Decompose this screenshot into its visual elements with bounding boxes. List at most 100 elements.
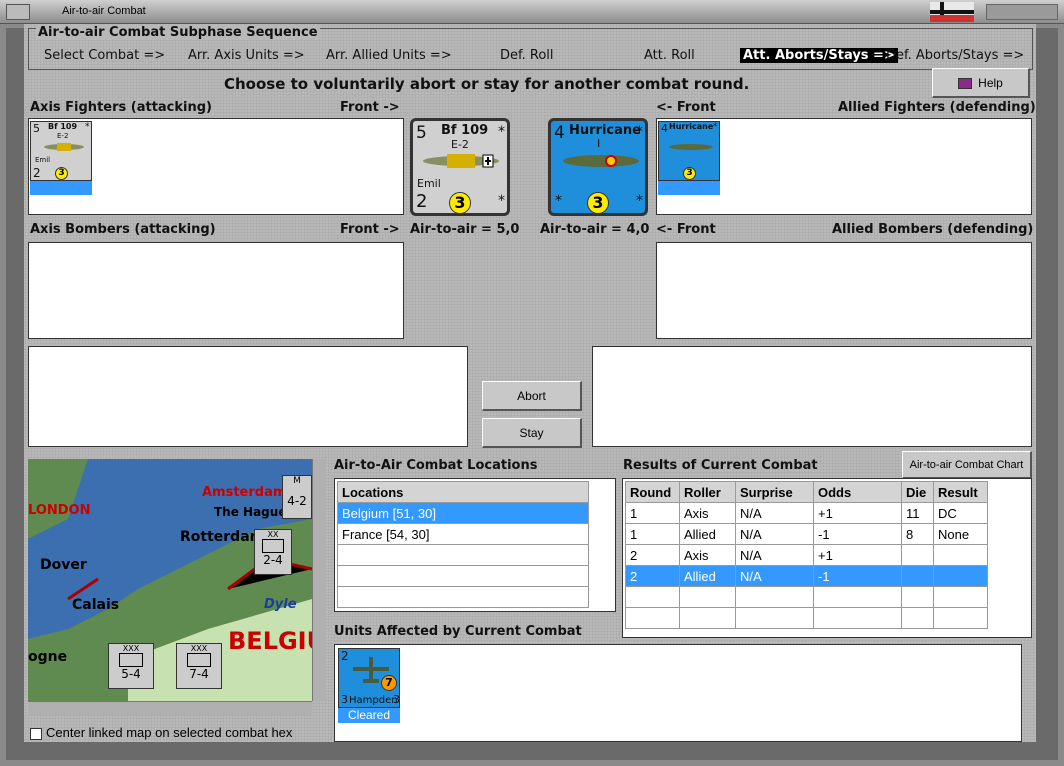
map-horizontal-scrollbar[interactable] xyxy=(28,701,312,715)
results-cell: Allied xyxy=(679,565,736,587)
map-unit-mech[interactable]: M 4-2 xyxy=(282,475,312,519)
center-map-checkbox-label: Center linked map on selected combat hex xyxy=(46,725,293,740)
results-cell: N/A xyxy=(735,523,814,545)
results-header: Round xyxy=(625,481,680,503)
results-cell: 2 xyxy=(625,565,680,587)
hampden-bottom-right: 3 xyxy=(393,693,400,706)
air-to-air-combat-chart-button[interactable]: Air-to-air Combat Chart xyxy=(902,451,1032,479)
large-counter-corner: * xyxy=(498,124,505,140)
hampden-name: Hampden xyxy=(349,695,398,706)
axis-bombers-label: Axis Bombers (attacking) xyxy=(30,222,216,237)
allied-fighters-front-label: <- Front xyxy=(656,100,716,115)
map-unit-army-1[interactable]: XXX 5-4 xyxy=(108,643,154,689)
results-cell: Axis xyxy=(679,502,736,524)
hampden-counter[interactable]: 2 3 Hampden 3 7 xyxy=(338,648,400,708)
seq-select-combat: Select Combat => xyxy=(44,48,166,63)
map-unit-army-2[interactable]: XXX 7-4 xyxy=(176,643,222,689)
locations-list[interactable]: Locations Belgium [51, 30] France [54, 3… xyxy=(334,478,616,612)
map-unit-corps[interactable]: XX 2-4 xyxy=(254,529,292,575)
map-unit-army-1-value: 5-4 xyxy=(121,667,141,681)
results-cell: -1 xyxy=(813,523,902,545)
large-allied-attack: 4 xyxy=(554,123,565,143)
location-row[interactable]: France [54, 30] xyxy=(337,523,589,545)
window-controls[interactable] xyxy=(986,4,1058,20)
large-counter-range: 2 xyxy=(416,191,428,212)
map-label-calais: Calais xyxy=(72,597,120,613)
results-row[interactable]: 1 Axis N/A +1 11 DC xyxy=(625,502,988,524)
center-map-checkbox[interactable] xyxy=(30,728,42,740)
results-cell xyxy=(933,544,988,566)
results-row[interactable] xyxy=(625,607,988,629)
map-label-amsterdam: Amsterdam xyxy=(202,485,287,500)
system-menu-button[interactable] xyxy=(6,4,30,20)
map-label-dover: Dover xyxy=(40,557,87,573)
help-book-icon xyxy=(958,78,973,90)
counter-nickname: Emil xyxy=(35,156,51,164)
hampden-status: Cleared xyxy=(338,708,400,723)
results-row[interactable]: 1 Allied N/A -1 8 None xyxy=(625,523,988,545)
results-cell: N/A xyxy=(735,544,814,566)
map-unit-army-2-value: 7-4 xyxy=(189,667,209,681)
results-row[interactable]: 2 Allied N/A -1 xyxy=(625,565,988,587)
results-cell xyxy=(813,607,902,629)
mini-map[interactable]: Amsterdam The Hague Rotterdam LONDON Dov… xyxy=(28,459,312,701)
results-list[interactable]: Round Roller Surprise Odds Die Result 1A… xyxy=(622,478,1032,638)
map-unit-mech-size: M xyxy=(293,476,301,486)
locations-header: Locations xyxy=(337,481,589,503)
hampden-strength: 7 xyxy=(381,675,397,691)
results-cell xyxy=(625,586,680,608)
location-row[interactable] xyxy=(337,586,589,608)
locations-title: Air-to-Air Combat Locations xyxy=(334,458,538,473)
results-cell: +1 xyxy=(813,502,902,524)
small-allied-attack: 4 xyxy=(661,122,668,135)
results-title: Results of Current Combat xyxy=(623,458,818,473)
allied-air-to-air-value: Air-to-air = 4,0 xyxy=(540,222,650,237)
results-cell: Axis xyxy=(679,544,736,566)
results-row[interactable] xyxy=(625,586,988,608)
map-label-belgium: BELGIUM xyxy=(228,627,312,655)
location-row[interactable] xyxy=(337,544,589,566)
results-row[interactable]: 2 Axis N/A +1 xyxy=(625,544,988,566)
counter-range: 2 xyxy=(33,166,41,180)
abort-button[interactable]: Abort xyxy=(482,381,582,411)
results-cell xyxy=(625,607,680,629)
results-header: Roller xyxy=(679,481,736,503)
large-allied-corner: * xyxy=(636,124,643,140)
allied-fighter-selection-bar xyxy=(658,181,720,195)
large-allied-corner-right: * xyxy=(636,193,643,209)
small-allied-name: Hurricane xyxy=(669,122,714,131)
seq-arr-axis-units: Arr. Axis Units => xyxy=(188,48,305,63)
results-cell xyxy=(679,607,736,629)
help-button[interactable]: Help xyxy=(932,68,1030,98)
map-vertical-scrollbar[interactable] xyxy=(312,459,326,701)
stay-button[interactable]: Stay xyxy=(482,418,582,448)
allied-bombers-box[interactable] xyxy=(656,242,1032,339)
location-row[interactable]: Belgium [51, 30] xyxy=(337,502,589,524)
help-label: Help xyxy=(978,76,1003,90)
allied-fighters-label: Allied Fighters (defending) xyxy=(838,100,1036,115)
axis-bombers-box[interactable] xyxy=(28,242,404,339)
locations-table: Locations Belgium [51, 30] France [54, 3… xyxy=(337,481,589,608)
results-cell xyxy=(735,607,814,629)
instruction-text: Choose to voluntarily abort or stay for … xyxy=(224,75,750,93)
results-cell xyxy=(813,586,902,608)
allied-info-box xyxy=(592,346,1032,447)
counter-model: E-2 xyxy=(57,132,69,140)
title-bar: Air-to-air Combat xyxy=(0,0,1064,24)
large-allied-name: Hurricane xyxy=(569,123,641,138)
map-label-rotterdam: Rotterdam xyxy=(180,529,265,545)
allied-fighter-counter-small[interactable]: 4 Hurricane * 3 xyxy=(658,121,720,181)
location-cell xyxy=(337,544,589,566)
sequence-header: Air-to-air Combat Subphase Sequence xyxy=(36,25,320,40)
axis-info-box xyxy=(28,346,468,447)
axis-fighter-counter-small[interactable]: 5 Bf 109 E-2 * Emil 2 3 xyxy=(30,121,92,181)
allied-fighter-counter-large[interactable]: 4 Hurricane I * * 3 * xyxy=(548,118,648,216)
flag-icon xyxy=(930,2,974,22)
allied-bombers-label: Allied Bombers (defending) xyxy=(832,222,1034,237)
location-row[interactable] xyxy=(337,565,589,587)
axis-fighter-counter-large[interactable]: 5 Bf 109 E-2 * Emil 2 3 * xyxy=(410,118,510,216)
axis-fighter-selection-bar xyxy=(30,181,92,195)
large-allied-strength: 3 xyxy=(587,192,609,214)
results-header: Odds xyxy=(813,481,902,503)
units-affected-box[interactable] xyxy=(334,644,1022,742)
